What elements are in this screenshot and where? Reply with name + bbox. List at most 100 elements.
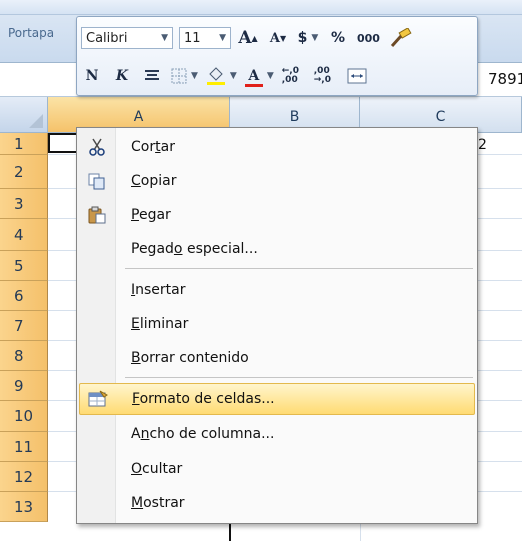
- menu-item-icon-slot: [79, 274, 115, 306]
- ribbon-top-bar: [0, 0, 522, 15]
- menu-item-icon-slot: [79, 453, 115, 485]
- increase-decimal-icon: ←,0 ,00: [281, 66, 299, 85]
- row-header-5[interactable]: 5: [0, 251, 48, 281]
- cell-c1-value: 2: [478, 137, 487, 153]
- menu-item-label: Insertar: [131, 282, 186, 298]
- font-color-letter: A: [248, 68, 260, 84]
- clipboard-group-label[interactable]: Portapa: [8, 26, 54, 40]
- formula-bar-value: 7891: [488, 70, 522, 88]
- fill-color-icon: [206, 67, 225, 85]
- menu-item-label: Pegar: [131, 207, 171, 223]
- bold-icon: N: [85, 68, 99, 84]
- row-header-3[interactable]: 3: [0, 189, 48, 219]
- menu-item-column-width[interactable]: Ancho de columna...: [79, 418, 475, 450]
- row-header-2[interactable]: 2: [0, 155, 48, 189]
- menu-item-hide[interactable]: Ocultar: [79, 453, 475, 485]
- context-menu: Cortar Copiar Pegar Pegado especial... I…: [76, 127, 478, 524]
- italic-button[interactable]: K: [111, 64, 133, 88]
- font-size-dropdown[interactable]: 11 ▼: [179, 27, 231, 49]
- mini-toolbar-row-1: Calibri ▼ 11 ▼ A ▲ A ▼ $ ▼ % 000: [81, 23, 420, 53]
- font-color-button[interactable]: A ▼: [244, 64, 274, 88]
- menu-item-label: Eliminar: [131, 316, 189, 332]
- format-painter-icon: [390, 28, 412, 48]
- grow-font-arrow-icon: ▲: [251, 33, 258, 43]
- menu-item-icon-slot: [79, 308, 115, 340]
- row-header-11[interactable]: 11: [0, 432, 48, 462]
- fill-color-button[interactable]: ▼: [206, 64, 237, 88]
- menu-item-label: Ocultar: [131, 461, 183, 477]
- menu-item-copy[interactable]: Copiar: [79, 165, 475, 197]
- decrease-decimal-icon: ,00 →,0: [313, 66, 331, 85]
- menu-item-label: Ancho de columna...: [131, 426, 275, 442]
- font-name-value: Calibri: [86, 30, 128, 46]
- format-painter-button[interactable]: [388, 26, 412, 50]
- merge-center-button[interactable]: [346, 64, 368, 88]
- merge-center-icon: [347, 68, 367, 84]
- currency-button[interactable]: $ ▼: [297, 26, 319, 50]
- menu-item-label: Formato de celdas...: [132, 391, 275, 407]
- thousands-icon: 000: [357, 31, 380, 45]
- shrink-font-icon: A: [269, 30, 280, 46]
- chevron-down-icon: ▼: [219, 33, 226, 43]
- menu-item-insert[interactable]: Insertar: [79, 274, 475, 306]
- font-name-dropdown[interactable]: Calibri ▼: [81, 27, 173, 49]
- menu-item-delete[interactable]: Eliminar: [79, 308, 475, 340]
- menu-item-label: Copiar: [131, 173, 177, 189]
- menu-item-label: Cortar: [131, 139, 175, 155]
- shrink-font-arrow-icon: ▼: [279, 33, 287, 43]
- font-size-value: 11: [184, 30, 201, 46]
- menu-item-label: Pegado especial...: [131, 241, 258, 257]
- paste-icon: [79, 199, 115, 231]
- italic-icon: K: [115, 68, 129, 84]
- menu-item-format-cells[interactable]: Formato de celdas...: [79, 383, 475, 415]
- chevron-down-icon: ▼: [311, 33, 319, 43]
- percent-icon: %: [330, 30, 346, 46]
- copy-icon: [79, 165, 115, 197]
- menu-separator: [125, 268, 473, 269]
- chevron-down-icon: ▼: [191, 71, 198, 81]
- row-header-9[interactable]: 9: [0, 371, 48, 401]
- borders-icon: [171, 68, 187, 84]
- scissors-icon: [79, 131, 115, 163]
- grow-font-button[interactable]: A ▲: [237, 26, 259, 50]
- row-header-13[interactable]: 13: [0, 492, 48, 522]
- bold-button[interactable]: N: [81, 64, 103, 88]
- menu-item-paste-special[interactable]: Pegado especial...: [79, 233, 475, 265]
- menu-item-icon-slot: [79, 418, 115, 450]
- font-color-swatch: [244, 84, 263, 87]
- select-all-corner[interactable]: [0, 97, 48, 133]
- currency-icon: $: [297, 30, 308, 46]
- percent-button[interactable]: %: [327, 26, 349, 50]
- shrink-font-button[interactable]: A ▼: [267, 26, 289, 50]
- menu-item-unhide[interactable]: Mostrar: [79, 487, 475, 519]
- select-all-triangle: [29, 114, 43, 128]
- increase-decimal-button[interactable]: ←,0 ,00: [282, 64, 306, 88]
- row-header-1[interactable]: 1: [0, 133, 48, 155]
- row-header-12[interactable]: 12: [0, 462, 48, 492]
- row-header-7[interactable]: 7: [0, 311, 48, 341]
- menu-item-icon-slot: [79, 342, 115, 374]
- menu-item-clear-contents[interactable]: Borrar contenido: [79, 342, 475, 374]
- menu-item-label: Borrar contenido: [131, 350, 249, 366]
- mini-toolbar: Calibri ▼ 11 ▼ A ▲ A ▼ $ ▼ % 000 N K ▼ ▼…: [76, 16, 478, 96]
- menu-item-label: Mostrar: [131, 495, 185, 511]
- decrease-decimal-button[interactable]: ,00 →,0: [314, 64, 338, 88]
- format-cells-icon: [80, 383, 116, 415]
- grow-font-icon: A: [238, 28, 252, 48]
- menu-item-paste[interactable]: Pegar: [79, 199, 475, 231]
- thousands-separator-button[interactable]: 000: [357, 26, 380, 50]
- borders-button[interactable]: ▼: [171, 64, 198, 88]
- mini-toolbar-row-2: N K ▼ ▼ A ▼ ←,0 ,00 ,00 →,0: [81, 61, 376, 91]
- align-center-button[interactable]: [141, 64, 163, 88]
- chevron-down-icon: ▼: [266, 71, 274, 81]
- menu-separator: [125, 377, 473, 378]
- menu-item-icon-slot: [79, 233, 115, 265]
- menu-item-cut[interactable]: Cortar: [79, 131, 475, 163]
- row-header-6[interactable]: 6: [0, 281, 48, 311]
- row-header-8[interactable]: 8: [0, 341, 48, 371]
- font-color-icon: A: [244, 68, 263, 87]
- chevron-down-icon: ▼: [161, 33, 168, 43]
- menu-item-icon-slot: [79, 487, 115, 519]
- row-header-10[interactable]: 10: [0, 401, 48, 432]
- row-header-4[interactable]: 4: [0, 219, 48, 251]
